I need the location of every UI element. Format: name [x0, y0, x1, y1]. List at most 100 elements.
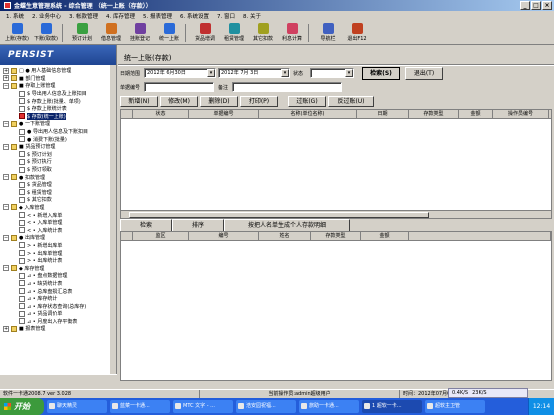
date-from-picker[interactable]: 2012年 6月30日 ▾: [144, 68, 216, 78]
scrollbar-thumb[interactable]: [129, 212, 429, 218]
tree-node[interactable]: > • 出库统计表: [0, 257, 116, 265]
tree-node[interactable]: $ 导出用人信息及上账扣目: [0, 90, 116, 98]
action-button[interactable]: 打印(P): [240, 96, 278, 107]
column-header[interactable]: 姓名: [259, 232, 311, 240]
tree-node[interactable]: + ■ 部门管理: [0, 75, 116, 83]
action-button[interactable]: 删除(D): [200, 96, 238, 107]
taskbar-window-button[interactable]: 超软主卫管: [425, 400, 485, 413]
toolbar-button[interactable]: 退出F12: [344, 22, 370, 44]
tree-node[interactable]: ⊿ • 总库盘损汇总表: [0, 287, 116, 295]
maximize-button[interactable]: □: [531, 1, 541, 10]
menu-item[interactable]: 8. 关于: [243, 12, 261, 20]
sidebar-horizontal-scrollbar[interactable]: [0, 374, 117, 382]
toolbar-button[interactable]: 统一上账: [156, 22, 182, 44]
tree-node[interactable]: > • 新增出库单: [0, 242, 116, 250]
records-grid[interactable]: 状态 单据编号 名称(单位名称) 日期 存款类型 金额 操作员编号: [120, 109, 552, 219]
taskbar-window-button[interactable]: 旅助一卡通...: [299, 400, 359, 413]
tree-node[interactable]: − ● 出库管理: [0, 234, 116, 242]
column-header[interactable]: 操作员编号: [493, 110, 549, 118]
column-header[interactable]: 名称(单位名称): [259, 110, 357, 118]
action-button[interactable]: 修改(M): [160, 96, 198, 107]
bottom-tab[interactable]: 按把人名单生成个人存款明细: [224, 219, 350, 231]
column-header[interactable]: 金额: [459, 110, 493, 118]
tree-expander-icon[interactable]: +: [3, 325, 9, 332]
chevron-down-icon[interactable]: ▾: [345, 69, 353, 77]
tree-node[interactable]: + □ ● 用人基础信息管理: [0, 67, 116, 75]
tree-expander-icon[interactable]: −: [3, 204, 9, 211]
column-header[interactable]: 存款类型: [311, 232, 361, 240]
menu-item[interactable]: 6. 系统设置: [180, 12, 209, 20]
tree-node[interactable]: − ■ 存取上账管理: [0, 82, 116, 90]
close-button[interactable]: ×: [542, 1, 552, 10]
toolbar-button[interactable]: 挂账登记: [127, 22, 153, 44]
tree-node[interactable]: $ 存款上账统计表: [0, 105, 116, 113]
records-grid-scrollbar[interactable]: [121, 210, 551, 218]
action-button[interactable]: 反过账(U): [328, 96, 374, 107]
toolbar-button[interactable]: 其它扣款: [250, 22, 276, 44]
action-button[interactable]: 过账(G): [288, 96, 326, 107]
bottom-tab[interactable]: 排序: [172, 219, 224, 231]
system-clock[interactable]: 12:14: [528, 398, 554, 415]
tree-node[interactable]: − ■ 货品预订管理: [0, 143, 116, 151]
date-to-picker[interactable]: 2012年 7月 3日 ▾: [218, 68, 290, 78]
column-header[interactable]: 金额: [361, 232, 409, 240]
menu-item[interactable]: 2. 业务中心: [32, 12, 61, 20]
tree-node[interactable]: $ 存款(统一上账): [0, 112, 116, 121]
column-header[interactable]: 监区: [133, 232, 189, 240]
tree-node[interactable]: ⊿ • 月度出入存平衡表: [0, 318, 116, 326]
tree-node[interactable]: ⊿ • 盘点数据管理: [0, 272, 116, 280]
taskbar-window-button[interactable]: 蓝菜一卡通...: [110, 400, 170, 413]
tree-node[interactable]: < • 入库统计表: [0, 226, 116, 234]
tree-expander-icon[interactable]: −: [3, 120, 9, 127]
tree-expander-icon[interactable]: −: [3, 82, 9, 89]
menu-item[interactable]: 3. 帐款管理: [69, 12, 98, 20]
tree-node[interactable]: $ 预订执行: [0, 158, 116, 166]
tree-node[interactable]: − ● 扣款管理: [0, 173, 116, 181]
tree-node[interactable]: $ 预订领取: [0, 166, 116, 174]
tree-node[interactable]: − ● 一下账管理: [0, 120, 116, 128]
tree-node[interactable]: $ 货品管理: [0, 181, 116, 189]
tree-node[interactable]: ● 导出用人信息及下账扣目: [0, 128, 116, 136]
tree-expander-icon[interactable]: −: [3, 143, 9, 150]
column-header[interactable]: [121, 232, 133, 240]
menu-item[interactable]: 1. 系统: [6, 12, 24, 20]
column-header[interactable]: [121, 110, 133, 118]
exit-button[interactable]: 退出(T): [405, 67, 443, 80]
tree-node[interactable]: $ 其它扣款: [0, 196, 116, 204]
tree-node[interactable]: + ■ 报表管理: [0, 325, 116, 333]
tree-node[interactable]: ⊿ • 缺货统计表: [0, 280, 116, 288]
remark-field[interactable]: [232, 82, 342, 92]
taskbar-window-button[interactable]: 浩安园祝福...: [236, 400, 296, 413]
action-button[interactable]: 新增(N): [120, 96, 158, 107]
toolbar-button[interactable]: 预订计划: [69, 22, 95, 44]
bottom-tab[interactable]: 检索: [120, 219, 172, 231]
chevron-down-icon[interactable]: ▾: [281, 69, 289, 77]
tree-node[interactable]: − ◆ 库存管理: [0, 264, 116, 272]
tree-node[interactable]: ⊿ • 货品调价单: [0, 310, 116, 318]
tree-node[interactable]: ● 消费下账(批量): [0, 135, 116, 143]
menu-item[interactable]: 5. 报表管理: [143, 12, 172, 20]
menu-item[interactable]: 7. 窗口: [217, 12, 235, 20]
tree-expander-icon[interactable]: +: [3, 75, 9, 82]
toolbar-button[interactable]: 租赁管理: [221, 22, 247, 44]
tree-expander-icon[interactable]: −: [3, 174, 9, 181]
tree-expander-icon[interactable]: −: [3, 265, 9, 272]
toolbar-button[interactable]: 上账(存款): [4, 22, 30, 44]
tree-node[interactable]: < • 入库单管理: [0, 219, 116, 227]
chevron-down-icon[interactable]: ▾: [207, 69, 215, 77]
tree-node[interactable]: $ 存款上账(批量、单项): [0, 97, 116, 105]
menu-item[interactable]: 4. 库存管理: [106, 12, 135, 20]
order-no-field[interactable]: [144, 82, 214, 92]
toolbar-button[interactable]: 借息管理: [98, 22, 124, 44]
tree-node[interactable]: − ◆ 入库管理: [0, 204, 116, 212]
search-button[interactable]: 检索(S): [362, 67, 400, 80]
taskbar-window-button[interactable]: MTC 文字 - ...: [173, 400, 233, 413]
column-header[interactable]: 编号: [189, 232, 259, 240]
tree-expander-icon[interactable]: −: [3, 234, 9, 241]
tree-node[interactable]: $ 租赁管理: [0, 189, 116, 197]
column-header[interactable]: 存款类型: [409, 110, 459, 118]
tree-node[interactable]: ⊿ • 库存统计: [0, 295, 116, 303]
start-button[interactable]: 开始: [0, 398, 44, 415]
sidebar-vertical-scrollbar[interactable]: [109, 65, 116, 374]
toolbar-button[interactable]: 货品增调: [192, 22, 218, 44]
